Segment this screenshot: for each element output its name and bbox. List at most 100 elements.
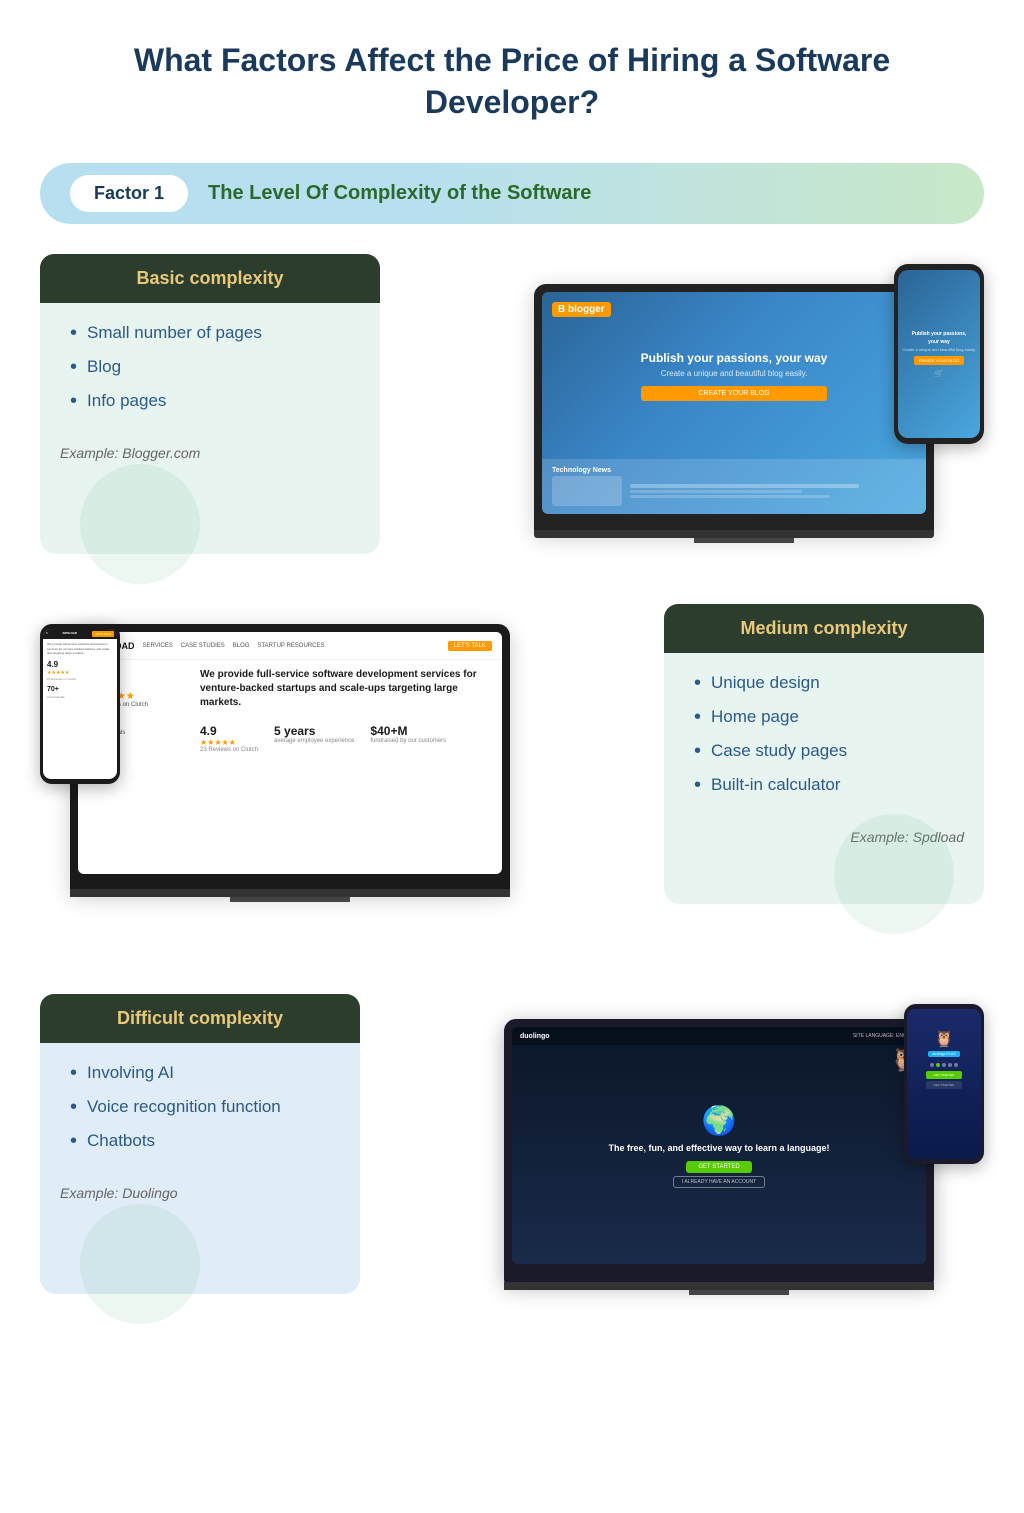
spdload-hero-title: We provide full-service software develop… [200,668,490,710]
blogger-mockup-area: Publish your passions, your way Create a… [400,254,984,574]
duolingo-mockup-area: 🦉 duolingo PLUS GET STARTED GET STARTED … [380,994,984,1314]
duolingo-cta-secondary[interactable]: I ALREADY HAVE AN ACCOUNT [673,1176,765,1188]
duolingo-screen: duolingo SITE LANGUAGE: ENGLISH 🦉 🌍 The … [512,1027,926,1264]
duolingo-cta-primary[interactable]: GET STARTED [686,1161,751,1173]
deco-circle-difficult [80,1204,200,1324]
spdload-screen: SPD LOAD SERVICES CASE STUDIES BLOG STAR… [78,632,502,874]
factor-badge: Factor 1 [70,175,188,212]
spdload-phone-screen: ≡ SPDLOAD LET'S TALK We provide full-ser… [43,629,117,779]
duolingo-phone-owl: 🦉 [934,1029,954,1049]
basic-example: Example: Blogger.com [40,435,380,461]
blogger-phone: Publish your passions, your way Create a… [894,264,984,444]
duolingo-laptop: duolingo SITE LANGUAGE: ENGLISH 🦉 🌍 The … [504,1019,934,1284]
duolingo-phone-cta2[interactable]: GET STARTED [926,1081,963,1089]
spdload-laptop-bottom [70,889,510,897]
basic-complexity-list: Small number of pages Blog Info pages [40,303,380,435]
duolingo-laptop-foot [689,1290,789,1295]
spdload-hero: 4.9 ★★★★★ 23 Reviews on Clutch 70+ profe… [78,660,502,761]
blogger-phone-sub: Create a unique and beautiful blog easil… [902,347,975,352]
duolingo-phone-badge: duolingo PLUS [928,1051,959,1057]
dot3 [942,1063,946,1067]
spdload-stats-row: 4.9 ★★★★★ 23 Reviews on Clutch 5 years a… [200,724,490,753]
spdload-mockup-area: ≡ SPDLOAD LET'S TALK We provide full-ser… [40,604,644,964]
difficult-complexity-section: Difficult complexity Involving AI Voice … [40,994,984,1314]
list-item: Involving AI [70,1063,340,1083]
spdload-phone-content: We provide full-service software develop… [47,642,113,699]
page-title: What Factors Affect the Price of Hiring … [100,40,924,123]
medium-complexity-list: Unique design Home page Case study pages… [664,653,984,819]
duolingo-phone: 🦉 duolingo PLUS GET STARTED GET STARTED [904,1004,984,1164]
list-item: Unique design [694,673,964,693]
blogger-phone-screen: Publish your passions, your way Create a… [898,270,980,438]
basic-complexity-header: Basic complexity [40,254,380,303]
list-item: Home page [694,707,964,727]
spdload-nav-cta[interactable]: LET'S TALK [448,641,492,651]
deco-circle [80,464,200,584]
difficult-complexity-list: Involving AI Voice recognition function … [40,1043,360,1175]
spdload-nav-blog: BLOG [233,643,250,649]
list-item: Chatbots [70,1131,340,1151]
spdload-hero-main: We provide full-service software develop… [200,668,490,753]
duolingo-phone-cta[interactable]: GET STARTED [926,1071,963,1079]
blogger-logo: B blogger [552,302,611,317]
list-item: Info pages [70,391,360,411]
spdload-phone-cta: LET'S TALK [92,631,114,637]
difficult-example: Example: Duolingo [40,1175,360,1201]
spdload-nav-services: SERVICES [143,643,173,649]
basic-complexity-card: Basic complexity Small number of pages B… [40,254,380,554]
blogger-laptop-screen: B blogger Technology News Publish your [542,292,926,514]
duolingo-nav: duolingo SITE LANGUAGE: ENGLISH [512,1027,926,1045]
duolingo-earth-icon: 🌍 [702,1104,737,1137]
blogger-screen-content: Publish your passions, your way Create a… [641,351,828,401]
spdload-phone-logo: SPDLOAD [62,631,77,637]
spdload-phone-nav: ≡ SPDLOAD LET'S TALK [43,629,117,639]
page-bottom-spacer [0,1344,1024,1384]
spdload-stat2-val: 4.9 [200,724,258,738]
dot4 [948,1063,952,1067]
spdload-stat3-label: average employee experience [274,738,354,744]
spdload-phone-stars: ★★★★★ [47,670,113,677]
medium-complexity-section: ≡ SPDLOAD LET'S TALK We provide full-ser… [40,604,984,964]
duolingo-phone-dots [930,1063,958,1067]
dot1 [930,1063,934,1067]
spdload-laptop: SPD LOAD SERVICES CASE STUDIES BLOG STAR… [70,624,510,894]
spdload-phone: ≡ SPDLOAD LET'S TALK We provide full-ser… [40,624,120,784]
medium-example: Example: Spdload [664,819,984,845]
spdload-stat3: 5 years average employee experience [274,724,354,753]
difficult-complexity-card: Difficult complexity Involving AI Voice … [40,994,360,1294]
list-item: Small number of pages [70,323,360,343]
page-header: What Factors Affect the Price of Hiring … [0,0,1024,153]
duolingo-phone-screen: 🦉 duolingo PLUS GET STARTED GET STARTED [907,1009,981,1159]
list-item: Built-in calculator [694,775,964,795]
blogger-tagline: Publish your passions, your way [641,351,828,365]
spdload-phone-rating: 4.9 [47,659,113,670]
spdload-clutch2: 23 Reviews on Clutch [200,747,258,753]
laptop-bottom-bar [534,530,934,538]
blogger-phone-tagline: Publish your passions, [912,331,967,337]
spdload-stat4-label: fundraised by our customers [370,738,446,744]
spdload-stat2: 4.9 ★★★★★ 23 Reviews on Clutch [200,724,258,753]
spdload-laptop-foot [230,897,350,902]
difficult-complexity-header: Difficult complexity [40,994,360,1043]
basic-complexity-section: Basic complexity Small number of pages B… [40,254,984,574]
dot2 [936,1063,940,1067]
list-item: Blog [70,357,360,377]
list-item: Voice recognition function [70,1097,340,1117]
blogger-phone-cta: CREATE YOUR BLOG [914,356,965,365]
duolingo-logo: duolingo [520,1033,550,1040]
duolingo-headline: The free, fun, and effective way to lear… [608,1143,829,1155]
dot5 [954,1063,958,1067]
factor-title: The Level Of Complexity of the Software [208,182,591,205]
factor-banner: Factor 1 The Level Of Complexity of the … [40,163,984,224]
laptop-foot [694,538,794,543]
spdload-nav-startup: STARTUP RESOURCES [257,643,324,649]
medium-complexity-card: Medium complexity Unique design Home pag… [664,604,984,904]
blogger-laptop: B blogger Technology News Publish your [534,284,934,534]
spdload-nav-case: CASE STUDIES [181,643,225,649]
spdload-stat4: $40+M fundraised by our customers [370,724,446,753]
medium-complexity-header: Medium complexity [664,604,984,653]
spdload-stat3-val: 5 years [274,724,354,738]
blogger-sub: Create a unique and beautiful blog easil… [641,369,828,378]
spdload-stat4-val: $40+M [370,724,446,738]
blogger-cta: CREATE YOUR BLOG [641,386,828,401]
